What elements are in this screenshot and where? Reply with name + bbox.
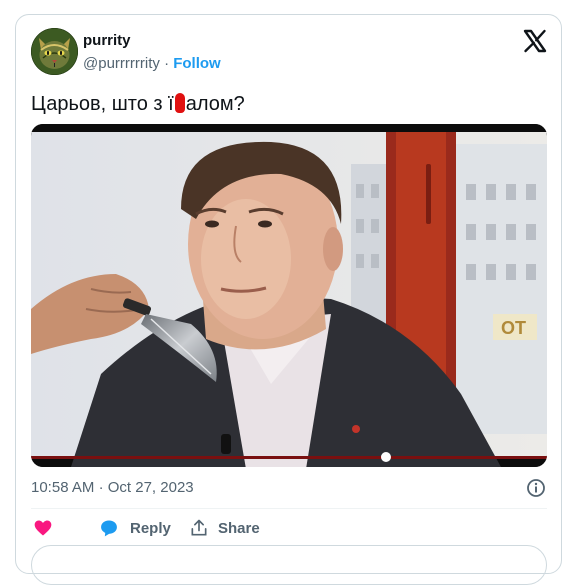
- reply-button[interactable]: Reply: [99, 515, 171, 541]
- tweet-card: purrity @purrrrrrity · Follow Царьов, шт…: [15, 14, 562, 585]
- tweet-media-image[interactable]: ОТ: [31, 124, 547, 467]
- divider: [31, 508, 547, 509]
- share-icon: [191, 519, 207, 536]
- share-button[interactable]: Share: [189, 515, 260, 541]
- tweet-timestamp[interactable]: 10:58 AM · Oct 27, 2023: [31, 479, 194, 496]
- heart-icon: [34, 520, 52, 536]
- author-meta: @purrrrrrity · Follow: [83, 55, 221, 72]
- x-logo-icon[interactable]: [523, 29, 547, 53]
- follow-button[interactable]: Follow: [173, 55, 221, 72]
- tweet-text: Царьов, што з ї алом?: [31, 91, 245, 117]
- reply-label: Reply: [130, 519, 171, 537]
- redaction-mark: [174, 93, 185, 113]
- avatar[interactable]: [31, 28, 78, 75]
- reply-icon: [101, 520, 117, 537]
- sign-text: ОТ: [501, 318, 526, 338]
- separator-dot: ·: [98, 479, 104, 496]
- share-label: Share: [218, 519, 260, 537]
- tweet-date: Oct 27, 2023: [107, 479, 194, 496]
- tweet-time: 10:58 AM: [31, 479, 95, 496]
- like-button[interactable]: [33, 515, 53, 541]
- author-handle[interactable]: @purrrrrrity: [83, 55, 160, 72]
- cat-avatar-image: [31, 28, 78, 75]
- tweet-text-start: Царьов, што з ї: [31, 93, 174, 115]
- meme-photo: ОТ: [31, 124, 547, 467]
- separator-dot: ·: [164, 55, 170, 72]
- author-name[interactable]: purrity: [83, 32, 131, 49]
- read-replies-button[interactable]: [31, 545, 547, 585]
- info-icon[interactable]: [526, 478, 546, 498]
- tweet-text-end: алом?: [185, 93, 245, 115]
